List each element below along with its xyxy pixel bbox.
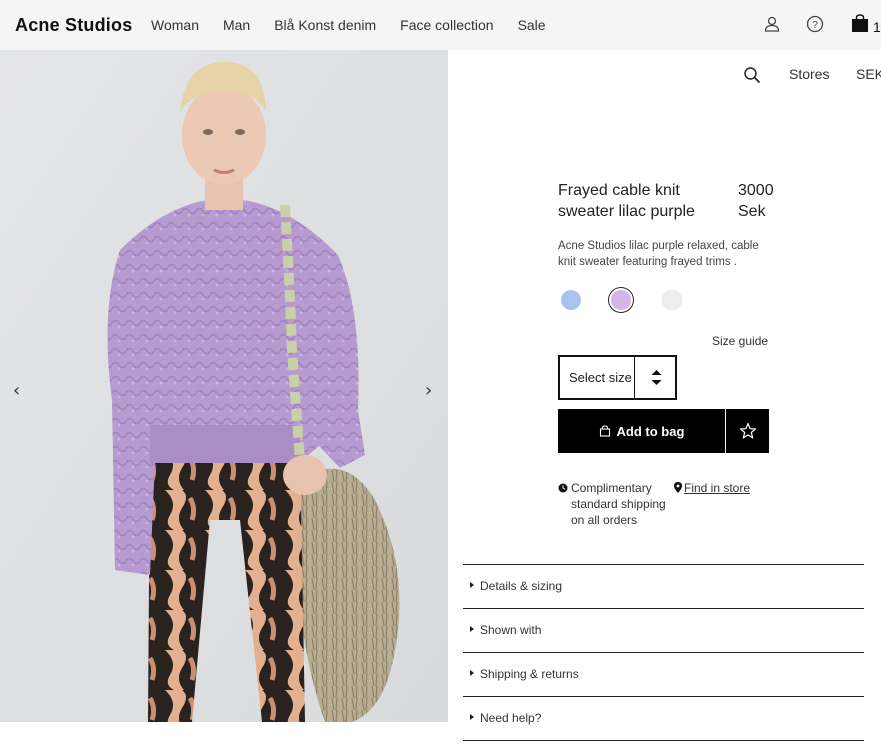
sort-arrows-icon (651, 370, 662, 385)
top-header: Acne Studios Woman Man Blå Konst denim F… (0, 0, 881, 50)
add-to-bag-button[interactable]: Add to bag (558, 409, 725, 453)
size-select[interactable]: Select size (558, 355, 677, 400)
add-to-bag-label: Add to bag (616, 423, 685, 439)
star-icon (739, 422, 756, 439)
shipping-info-text: Complimentary standard shipping on all o… (571, 481, 666, 527)
size-select-arrows (634, 355, 677, 400)
brand-logo[interactable]: Acne Studios (15, 15, 132, 36)
nav-item-woman[interactable]: Woman (151, 17, 199, 33)
size-select-label: Select size (569, 370, 632, 385)
color-swatch-white[interactable] (662, 290, 682, 310)
accordion-shipping-returns[interactable]: Shipping & returns (463, 652, 864, 696)
color-swatch-blue[interactable] (561, 290, 581, 310)
bag-count: 1 (873, 19, 881, 35)
product-image[interactable]: ‹ › (0, 50, 448, 722)
caret-right-icon (470, 670, 474, 676)
product-photo-illustration (0, 50, 448, 722)
currency-selector[interactable]: SEK (856, 66, 881, 82)
color-swatch-lilac[interactable] (611, 290, 631, 310)
stores-link[interactable]: Stores (789, 66, 829, 82)
main-nav: Woman Man Blå Konst denim Face collectio… (151, 17, 570, 33)
find-in-store[interactable]: Find in store (674, 480, 750, 496)
prev-image-arrow[interactable]: ‹ (13, 380, 20, 401)
accordion-label: Need help? (480, 711, 542, 725)
size-guide-link[interactable]: Size guide (712, 334, 768, 348)
caret-right-icon (470, 714, 474, 720)
caret-right-icon (470, 626, 474, 632)
nav-item-sale[interactable]: Sale (518, 17, 546, 33)
find-in-store-link[interactable]: Find in store (684, 481, 750, 495)
product-name: Frayed cable knit sweater lilac purple (558, 182, 695, 220)
accordion-label: Shown with (480, 623, 542, 637)
wishlist-button[interactable] (726, 409, 769, 453)
search-icon[interactable] (743, 66, 761, 84)
accordion-divider (463, 740, 864, 741)
caret-right-icon (470, 582, 474, 588)
accordion-label: Details & sizing (480, 579, 563, 593)
next-image-arrow[interactable]: › (425, 380, 432, 401)
accordion-shown-with[interactable]: Shown with (463, 608, 864, 652)
product-price: 3000 Sek (738, 182, 774, 220)
svg-text:?: ? (812, 20, 818, 31)
location-pin-icon (674, 482, 682, 493)
account-icon[interactable] (762, 14, 782, 34)
clock-icon (558, 483, 568, 493)
accordion-label: Shipping & returns (480, 667, 579, 681)
bag-icon[interactable] (850, 13, 870, 33)
help-icon[interactable]: ? (805, 14, 825, 34)
nav-item-face-collection[interactable]: Face collection (400, 17, 493, 33)
accordion-need-help[interactable]: Need help? (463, 696, 864, 740)
product-description: Acne Studios lilac purple relaxed, cable… (558, 240, 759, 268)
accordion-details-sizing[interactable]: Details & sizing (463, 564, 864, 608)
nav-item-man[interactable]: Man (223, 17, 250, 33)
nav-item-bla-konst-denim[interactable]: Blå Konst denim (274, 17, 376, 33)
bag-icon (599, 425, 610, 437)
